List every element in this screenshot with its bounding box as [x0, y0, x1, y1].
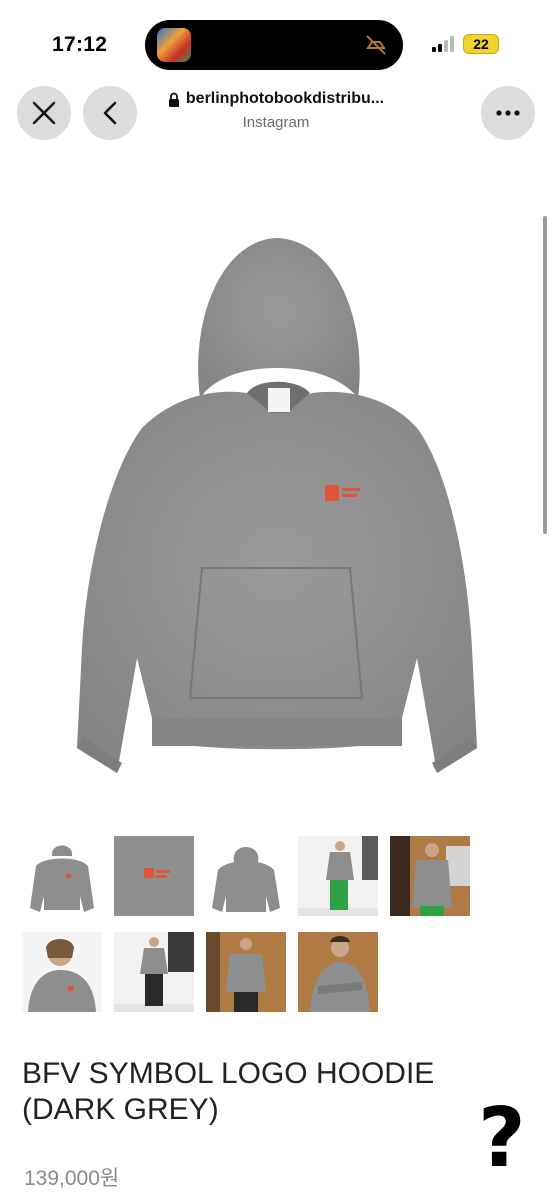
- back-chevron-icon: [103, 101, 117, 125]
- thumbnail-model-wood-green[interactable]: [390, 836, 470, 916]
- thumbnail-model-full-black[interactable]: [114, 932, 194, 1012]
- scrollbar[interactable]: [543, 216, 547, 534]
- product-title-line2: (DARK GREY): [22, 1093, 219, 1126]
- thumbnail-model-wood-black[interactable]: [206, 932, 286, 1012]
- dynamic-island[interactable]: [145, 20, 403, 70]
- product-title: BFV SYMBOL LOGO HOODIE (DARK GREY): [22, 1056, 482, 1128]
- close-button[interactable]: [17, 86, 71, 140]
- product-title-line1: BFV SYMBOL LOGO HOODIE: [22, 1057, 435, 1090]
- url-text: berlinphotobookdistribu...: [185, 90, 385, 107]
- thumbnail-model-closeup[interactable]: [22, 932, 102, 1012]
- address-bar[interactable]: berlinphotobookdistribu... Instagram: [140, 90, 412, 131]
- status-bar: 17:12 22: [0, 0, 552, 86]
- signal-icon: [432, 36, 458, 52]
- thumbnail-model-arms-crossed[interactable]: [298, 932, 378, 1012]
- back-button[interactable]: [83, 86, 137, 140]
- now-playing-app-icon: [157, 28, 191, 62]
- lock-icon: [168, 92, 179, 107]
- product-price: 139,000원: [24, 1167, 120, 1190]
- thumbnail-back[interactable]: [206, 836, 286, 916]
- status-time: 17:12: [52, 33, 108, 56]
- more-icon: [496, 110, 520, 116]
- battery-icon: 22: [463, 34, 499, 54]
- source-app-label: Instagram: [242, 114, 310, 131]
- more-button[interactable]: [481, 86, 535, 140]
- mute-icon: [366, 35, 386, 55]
- thumbnail-model-full-green[interactable]: [298, 836, 378, 916]
- product-main-image[interactable]: [72, 228, 482, 788]
- close-icon: [32, 101, 56, 125]
- question-mark-icon: ?: [478, 1091, 526, 1186]
- thumbnail-logo-detail[interactable]: [114, 836, 194, 916]
- thumbnail-front[interactable]: [22, 836, 102, 916]
